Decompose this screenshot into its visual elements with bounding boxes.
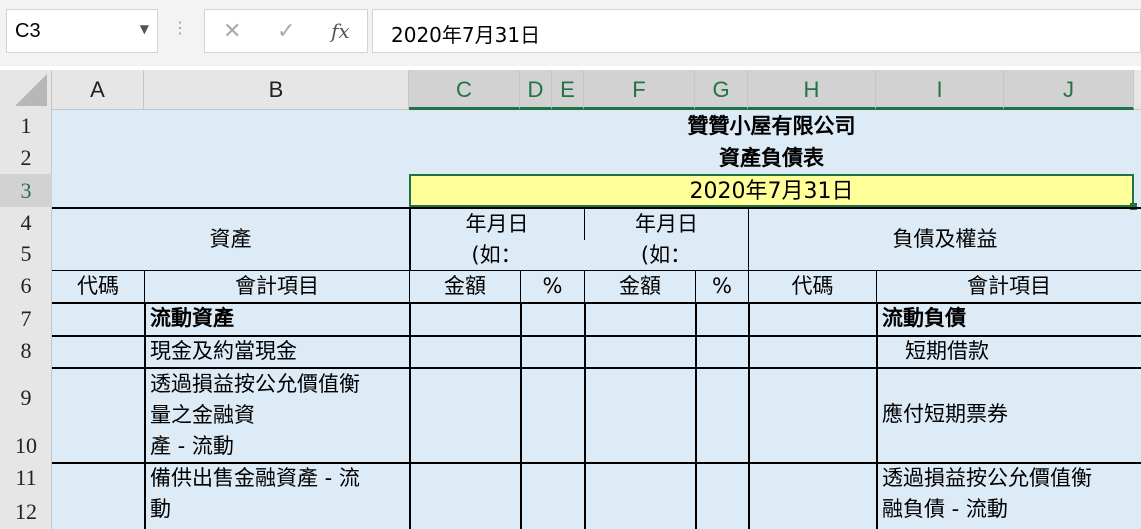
current-liabilities-label[interactable]: 流動負債 — [882, 302, 1137, 335]
item-header-b[interactable]: 會計項目 — [144, 270, 409, 302]
date-col2-line2[interactable]: (如： — [584, 240, 748, 270]
row-header-6[interactable]: 6 — [0, 270, 52, 302]
enter-icon[interactable]: ✓ — [277, 19, 295, 44]
function-icon[interactable]: fx — [331, 19, 350, 43]
row-header-12[interactable]: 12 — [0, 494, 52, 529]
column-header-bar: A B C D E F G H I J — [0, 70, 1141, 110]
amount-header-c[interactable]: 金額 — [409, 270, 520, 302]
col-header-i[interactable]: I — [876, 70, 1004, 110]
more-icon: ⋮ — [172, 18, 188, 37]
liabilities-header[interactable]: 負債及權益 — [748, 209, 1141, 270]
assets-header[interactable]: 資產 — [52, 209, 409, 270]
row-header-11[interactable]: 11 — [0, 462, 52, 494]
row-header-2[interactable]: 2 — [0, 142, 52, 174]
fvtpl-liab-line1[interactable]: 透過損益按公允價值衡 — [882, 463, 1141, 494]
code-header-a[interactable]: 代碼 — [52, 270, 144, 302]
afs-assets-line2[interactable]: 動 — [150, 494, 405, 525]
code-header-h[interactable]: 代碼 — [748, 270, 876, 302]
col-header-b[interactable]: B — [144, 70, 409, 110]
percent-header-d[interactable]: % — [520, 270, 584, 302]
fvtpl-liab-line2[interactable]: 融負債 - 流動 — [882, 494, 1141, 525]
col-header-d[interactable]: D — [520, 70, 552, 110]
col-header-f[interactable]: F — [584, 70, 695, 110]
formula-text: 2020年7月31日 — [391, 23, 541, 47]
percent-header-g[interactable]: % — [695, 270, 748, 302]
fvtpl-assets-line3[interactable]: 產 - 流動 — [150, 431, 405, 462]
cancel-icon[interactable]: ✕ — [223, 19, 241, 44]
row-header-4[interactable]: 4 — [0, 207, 52, 238]
company-name[interactable]: 贊贊小屋有限公司 — [409, 110, 1134, 142]
date-col1-line1[interactable]: 年月日 — [409, 209, 584, 240]
short-term-notes-label[interactable]: 應付短期票券 — [882, 367, 1137, 462]
row-header-bar: 1 2 3 4 5 6 7 8 9 10 11 12 — [0, 110, 52, 529]
grid-line — [409, 209, 411, 270]
col-header-h[interactable]: H — [748, 70, 876, 110]
select-all-button[interactable] — [0, 70, 52, 110]
row-header-8[interactable]: 8 — [0, 335, 52, 367]
formula-input[interactable]: 2020年7月31日 — [372, 9, 1141, 53]
spreadsheet-grid[interactable]: 贊贊小屋有限公司 資產負債表 2020年7月31日 資產 年月日 (如： 年月日… — [52, 110, 1141, 529]
row-header-10[interactable]: 10 — [0, 429, 52, 462]
col-header-g[interactable]: G — [695, 70, 748, 110]
fvtpl-assets-line2[interactable]: 量之金融資 — [150, 400, 405, 431]
row-header-7[interactable]: 7 — [0, 302, 52, 335]
cash-label[interactable]: 現金及約當現金 — [150, 335, 405, 367]
amount-header-f[interactable]: 金額 — [584, 270, 695, 302]
report-title[interactable]: 資產負債表 — [409, 142, 1134, 174]
col-header-c[interactable]: C — [409, 70, 520, 110]
date-col1-line2[interactable]: (如： — [409, 240, 584, 270]
current-assets-label[interactable]: 流動資產 — [150, 302, 405, 335]
row-header-5[interactable]: 5 — [0, 238, 52, 270]
item-header-i[interactable]: 會計項目 — [876, 270, 1141, 302]
short-term-loans-label[interactable]: 短期借款 — [905, 335, 1137, 367]
row-header-1[interactable]: 1 — [0, 110, 52, 142]
fvtpl-assets-line1[interactable]: 透過損益按公允價值衡 — [150, 369, 405, 400]
col-header-e[interactable]: E — [552, 70, 584, 110]
formula-buttons: ✕ ✓ fx — [204, 9, 368, 53]
row-header-3[interactable]: 3 — [0, 174, 52, 207]
name-box-value: C3 — [15, 20, 41, 42]
selected-date-cell[interactable]: 2020年7月31日 — [409, 174, 1134, 207]
row-header-9[interactable]: 9 — [0, 367, 52, 429]
name-box[interactable]: C3 ▼ — [6, 9, 158, 53]
date-col2-line1[interactable]: 年月日 — [584, 209, 748, 240]
col-header-a[interactable]: A — [52, 70, 144, 110]
afs-assets-line1[interactable]: 備供出售金融資產 - 流 — [150, 463, 405, 494]
col-header-j[interactable]: J — [1004, 70, 1134, 110]
chevron-down-icon[interactable]: ▼ — [140, 22, 149, 36]
